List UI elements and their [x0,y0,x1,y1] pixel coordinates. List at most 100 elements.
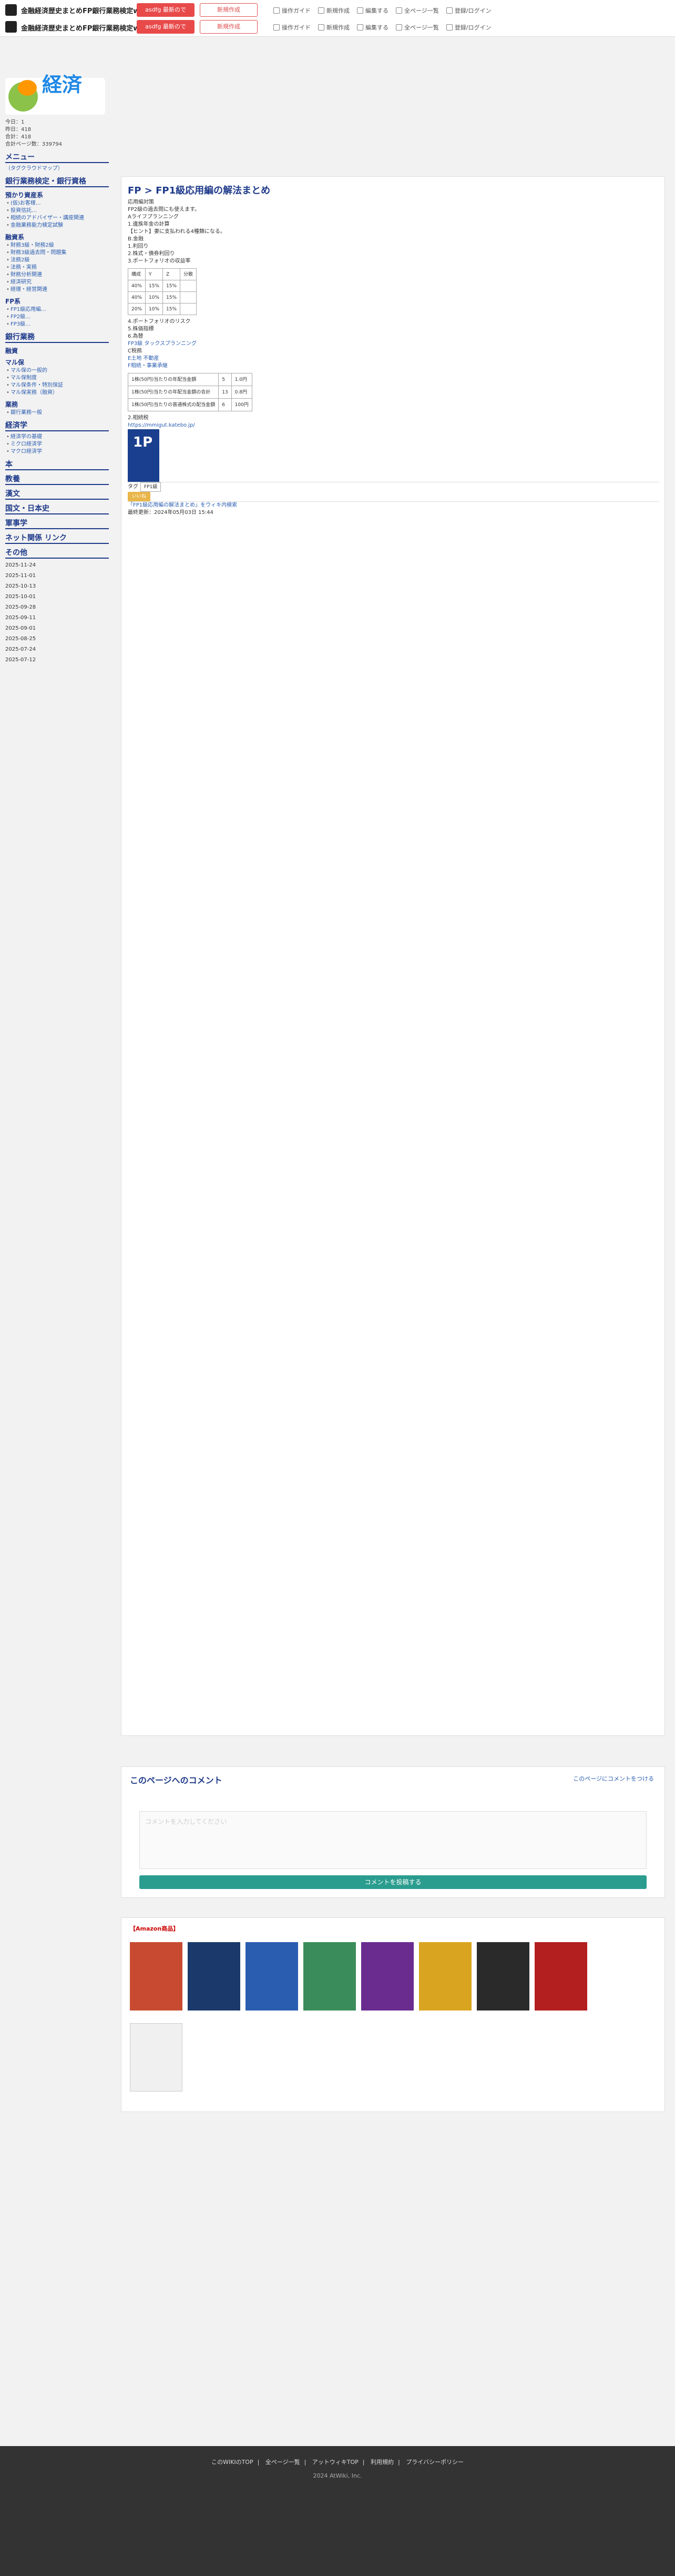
list-item[interactable]: (仮)お客様… [5,200,109,207]
heading-mapu[interactable]: マル保 [5,359,109,366]
footer-link[interactable]: アットウィキTOP [312,2459,359,2466]
site-logo-icon[interactable] [5,21,17,33]
list-item[interactable]: マクロ経済学 [5,448,109,456]
comment-input[interactable]: コメントを入力してください [139,1811,647,1869]
footer-link[interactable]: プライバシーポリシー [406,2459,464,2466]
heading-yuushi[interactable]: 融資系 [5,234,109,241]
nav-login-2[interactable]: 登録/ログイン [446,23,492,32]
heading-kyouyou[interactable]: 教養 [5,476,109,485]
list-item[interactable]: マル保の一般的 [5,367,109,375]
section-heading: E土地 不動産 [128,356,159,361]
amazon-book[interactable] [535,1942,587,2011]
list-item[interactable]: 法務・実務 [5,264,109,271]
text-line: 【ヒント】妻に支払われる4種類になる。 [128,229,226,235]
heading-hon[interactable]: 本 [5,461,109,470]
nav-new[interactable]: 新規作成 [318,6,350,15]
heading-fp[interactable]: FP系 [5,298,109,305]
table-cell: 1.0円 [231,373,252,386]
amazon-book[interactable] [303,1942,356,2011]
wiki-logo[interactable]: 経済 [5,75,105,115]
list-item[interactable]: 金融業務能力検定試験 [5,222,109,229]
list-item[interactable]: 相続のアドバイザー・講座関連 [5,215,109,222]
table-cell: 15% [162,303,181,315]
heading-keizai[interactable]: 経済学 [5,422,109,431]
heading-azukari[interactable]: 預かり資産系 [5,191,109,199]
list-item[interactable]: 法務2級 [5,257,109,264]
last-updated: 最終更新：2024年05月03日 15:44 [128,510,213,516]
like-button[interactable]: いいね [128,492,151,501]
amazon-link[interactable]: https://mmigut.katebo.jp/ [128,422,659,429]
ad-button-2[interactable]: asdfg 最新ので [137,20,195,34]
footer-link[interactable]: 利用規約 [371,2459,394,2466]
breadcrumb[interactable]: FP > FP1級応用編の解法まとめ [128,186,659,196]
list-item[interactable]: マル保実務（融資） [5,389,109,397]
list-item[interactable]: 財務分析関連 [5,271,109,279]
list-item[interactable]: マル保条件・特別保証 [5,382,109,389]
tag-fp1[interactable]: FP1級 [140,482,161,492]
nav-all-pages-2[interactable]: 全ページ一覧 [396,23,439,32]
plus-icon [318,24,324,31]
nav-new-2[interactable]: 新規作成 [318,23,350,32]
heading-kokugo[interactable]: 国文・日本史 [5,505,109,514]
heading-gyoumu[interactable]: 業務 [5,401,109,408]
new-page-button[interactable]: 新規作成 [200,3,258,17]
table-cell: 構成 [127,268,146,280]
wiki-search-link[interactable]: 「FP1級応用編の解法まとめ」をウィキ内検索 [128,502,659,509]
fp-list: FP1級応用編… FP2級… FP3級… [5,306,109,328]
nav-login[interactable]: 登録/ログイン [446,6,492,15]
amazon-book[interactable] [188,1942,240,2011]
nav-all-pages[interactable]: 全ページ一覧 [396,6,439,15]
table-row: 40% 15% 15% [127,280,197,292]
amazon-book[interactable] [130,1942,182,2011]
heading-ginkou2[interactable]: 銀行業務 [5,334,109,343]
comment-link[interactable]: このページにコメントをつける [573,1774,654,1783]
table-row: 構成 Y Z 分散 [127,268,197,280]
amazon-book[interactable] [361,1942,414,2011]
book-cover-image[interactable]: 1P [128,429,159,482]
list-item[interactable]: ミクロ経済学 [5,441,109,448]
heading-yuushi2[interactable]: 融資 [5,347,109,355]
nav-edit[interactable]: 編集する [357,6,388,15]
text-line: 2.株式・債券利回り [128,251,175,257]
nav-guide[interactable]: 操作ガイド [273,6,311,15]
list-item[interactable]: 銀行業務一般 [5,409,109,417]
heading-gunjigaku[interactable]: 軍事学 [5,520,109,529]
list-item[interactable]: 経理・経営関連 [5,286,109,294]
list-item[interactable]: 財務3級過去問・問題集 [5,249,109,257]
table-row: 1株(50円)当たりの年配当金額 5 1.0円 [127,373,252,386]
new-page-button-2[interactable]: 新規作成 [200,20,258,34]
heading-ginkou[interactable]: 銀行業務検定・銀行資格 [5,178,109,187]
list-item[interactable]: FP1級応用編… [5,306,109,314]
footer-link[interactable]: 全ページ一覧 [265,2459,300,2466]
heading-sonota[interactable]: その他 [5,549,109,559]
table-cell: 13 [218,386,232,399]
table-cell [180,303,197,315]
site-logo-icon[interactable] [5,4,17,16]
list-item[interactable]: マル保制度 [5,375,109,382]
nav-guide-2[interactable]: 操作ガイド [273,23,311,32]
update-date: 2025-10-13 [5,583,36,589]
amazon-book[interactable] [130,2023,182,2092]
top-nav-2: 操作ガイド 新規作成 編集する 全ページ一覧 登録/ログイン [273,23,492,32]
table-cell: 分散 [180,268,197,280]
amazon-book[interactable] [477,1942,529,2011]
list-item[interactable]: 経済学の基礎 [5,433,109,441]
heading-net[interactable]: ネット関係 リンク [5,534,109,544]
amazon-book[interactable] [246,1942,298,2011]
update-date: 2025-07-24 [5,646,36,652]
nav-edit-2[interactable]: 編集する [357,23,388,32]
ad-button[interactable]: asdfg 最新ので [137,3,195,17]
list-item[interactable]: FP2級… [5,314,109,321]
site-title[interactable]: 金融経済歴史まとめFP銀行業務検定wiki [21,5,149,15]
footer-link[interactable]: このWIKIのTOP [211,2459,253,2466]
amazon-book[interactable] [419,1942,472,2011]
menu-note[interactable]: （タグクラウドマップ） [5,165,109,173]
stat-yesterday: 昨日：418 [5,127,32,133]
site-title-2[interactable]: 金融経済歴史まとめFP銀行業務検定wiki [21,23,149,33]
list-item[interactable]: FP3級… [5,321,109,328]
heading-kanbun[interactable]: 漢文 [5,490,109,500]
list-item[interactable]: 財務3級・財務2級 [5,242,109,249]
list-item[interactable]: 投資信託… [5,207,109,215]
list-item[interactable]: 経済研究 [5,279,109,286]
comment-submit-button[interactable]: コメントを投稿する [139,1875,647,1889]
